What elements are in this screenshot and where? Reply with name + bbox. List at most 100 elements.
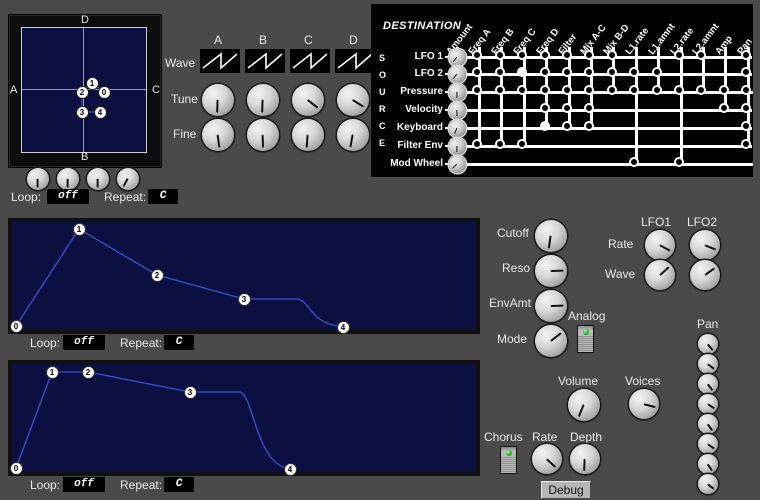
chorus-rate-knob[interactable] <box>532 444 562 474</box>
wave-shape-icon-B[interactable] <box>245 49 285 73</box>
fine-knob-A[interactable] <box>202 119 234 151</box>
envelope-point-2[interactable]: 2 <box>151 269 164 282</box>
lfo2-wave-knob[interactable] <box>690 260 720 290</box>
matrix-amount-knob-2[interactable] <box>449 84 466 101</box>
matrix-cell-0-3[interactable] <box>517 50 527 60</box>
envelope-point-0[interactable]: 0 <box>10 320 23 333</box>
tune-knob-D[interactable] <box>337 84 369 116</box>
matrix-cell-2-8[interactable] <box>629 85 639 95</box>
lfo1-wave-knob[interactable] <box>645 260 675 290</box>
matrix-cell-2-13[interactable] <box>741 85 751 95</box>
volume-knob[interactable] <box>568 389 600 421</box>
matrix-cell-5-1[interactable] <box>472 139 482 149</box>
fine-knob-D[interactable] <box>337 119 369 151</box>
chorus-depth-knob[interactable] <box>570 444 600 474</box>
matrix-cell-1-7[interactable] <box>607 67 617 77</box>
matrix-cell-3-13[interactable] <box>741 103 751 113</box>
pan-knob-7[interactable] <box>698 454 718 474</box>
matrix-cell-4-13[interactable] <box>741 121 751 131</box>
wave-shape-icon-A[interactable] <box>200 49 240 73</box>
matrix-cell-0-10[interactable] <box>674 50 684 60</box>
matrix-cell-0-4[interactable] <box>540 50 550 60</box>
tune-knob-A[interactable] <box>202 84 234 116</box>
modulation-matrix[interactable]: DESTINATION SOURCE LFO 1LFO 2PressureVel… <box>371 4 753 177</box>
matrix-amount-knob-6[interactable] <box>449 156 466 173</box>
matrix-cell-3-4[interactable] <box>540 103 550 113</box>
chorus-switch[interactable] <box>500 446 517 474</box>
vector-repeat-value[interactable]: C <box>148 189 178 204</box>
tune-knob-B[interactable] <box>247 84 279 116</box>
matrix-cell-2-2[interactable] <box>495 85 505 95</box>
matrix-cell-2-3[interactable] <box>517 85 527 95</box>
env1-loop-value[interactable]: off <box>63 335 105 350</box>
matrix-cell-0-1[interactable] <box>472 50 482 60</box>
matrix-cell-2-6[interactable] <box>584 85 594 95</box>
matrix-cell-4-5[interactable] <box>562 121 572 131</box>
env2-repeat-value[interactable]: C <box>164 477 194 492</box>
envelope-point-1[interactable]: 1 <box>46 366 59 379</box>
envelope-point-4[interactable]: 4 <box>337 321 350 334</box>
pan-knob-5[interactable] <box>698 414 718 434</box>
fine-knob-C[interactable] <box>292 119 324 151</box>
matrix-cell-2-11[interactable] <box>696 85 706 95</box>
mode-knob[interactable] <box>535 325 567 357</box>
matrix-cell-1-6[interactable] <box>584 67 594 77</box>
vector-point-4[interactable]: 4 <box>94 106 107 119</box>
pan-knob-4[interactable] <box>698 394 718 414</box>
matrix-cell-1-5[interactable] <box>562 67 572 77</box>
matrix-cell-5-2[interactable] <box>495 139 505 149</box>
pan-knob-6[interactable] <box>698 434 718 454</box>
matrix-cell-3-12[interactable] <box>719 103 729 113</box>
envelope-point-4[interactable]: 4 <box>284 463 297 476</box>
wave-shape-icon-C[interactable] <box>290 49 330 73</box>
matrix-cell-5-3[interactable] <box>517 139 527 149</box>
matrix-cell-0-5[interactable] <box>562 50 572 60</box>
matrix-cell-0-2[interactable] <box>495 50 505 60</box>
vector-point-0[interactable]: 0 <box>98 86 111 99</box>
matrix-cell-3-5[interactable] <box>562 103 572 113</box>
vector-knob-3[interactable] <box>87 168 109 190</box>
envelope-point-1[interactable]: 1 <box>73 223 86 236</box>
pan-knob-8[interactable] <box>698 474 718 494</box>
matrix-cell-1-3[interactable] <box>517 67 527 77</box>
vector-point-3[interactable]: 3 <box>76 106 89 119</box>
matrix-amount-knob-5[interactable] <box>449 138 466 155</box>
matrix-amount-knob-4[interactable] <box>449 120 466 137</box>
matrix-cell-2-4[interactable] <box>540 85 550 95</box>
matrix-cell-0-13[interactable] <box>741 50 751 60</box>
matrix-amount-knob-3[interactable] <box>449 102 466 119</box>
vector-loop-value[interactable]: off <box>47 189 89 204</box>
matrix-cell-2-1[interactable] <box>472 85 482 95</box>
matrix-cell-1-13[interactable] <box>741 67 751 77</box>
amp-envelope-display[interactable]: 01234 <box>8 360 480 476</box>
lfo2-rate-knob[interactable] <box>690 230 720 260</box>
tune-knob-C[interactable] <box>292 84 324 116</box>
envamt-knob[interactable] <box>535 290 567 322</box>
vector-knob-4[interactable] <box>117 168 139 190</box>
matrix-cell-0-7[interactable] <box>607 50 617 60</box>
env1-repeat-value[interactable]: C <box>164 335 194 350</box>
matrix-amount-knob-1[interactable] <box>449 66 466 83</box>
matrix-cell-0-6[interactable] <box>584 50 594 60</box>
matrix-cell-5-13[interactable] <box>741 139 751 149</box>
wave-shape-icon-D[interactable] <box>335 49 375 73</box>
matrix-cell-2-7[interactable] <box>607 85 617 95</box>
filter-envelope-display[interactable]: 0 1 2 3 4 <box>8 218 480 334</box>
matrix-cell-6-10[interactable] <box>674 157 684 167</box>
vector-point-2[interactable]: 2 <box>76 86 89 99</box>
matrix-cell-4-6[interactable] <box>584 121 594 131</box>
envelope-point-3[interactable]: 3 <box>238 293 251 306</box>
matrix-cell-6-8[interactable] <box>629 157 639 167</box>
cutoff-knob[interactable] <box>535 220 567 252</box>
matrix-cell-1-8[interactable] <box>629 67 639 77</box>
fine-knob-B[interactable] <box>247 119 279 151</box>
matrix-cell-1-1[interactable] <box>472 67 482 77</box>
pan-knob-2[interactable] <box>698 354 718 374</box>
lfo1-rate-knob[interactable] <box>645 230 675 260</box>
envelope-point-0[interactable]: 0 <box>10 462 23 475</box>
matrix-cell-2-12[interactable] <box>719 85 729 95</box>
matrix-cell-2-10[interactable] <box>674 85 684 95</box>
pan-knob-3[interactable] <box>698 374 718 394</box>
envelope-point-3[interactable]: 3 <box>184 386 197 399</box>
matrix-cell-2-9[interactable] <box>652 85 662 95</box>
